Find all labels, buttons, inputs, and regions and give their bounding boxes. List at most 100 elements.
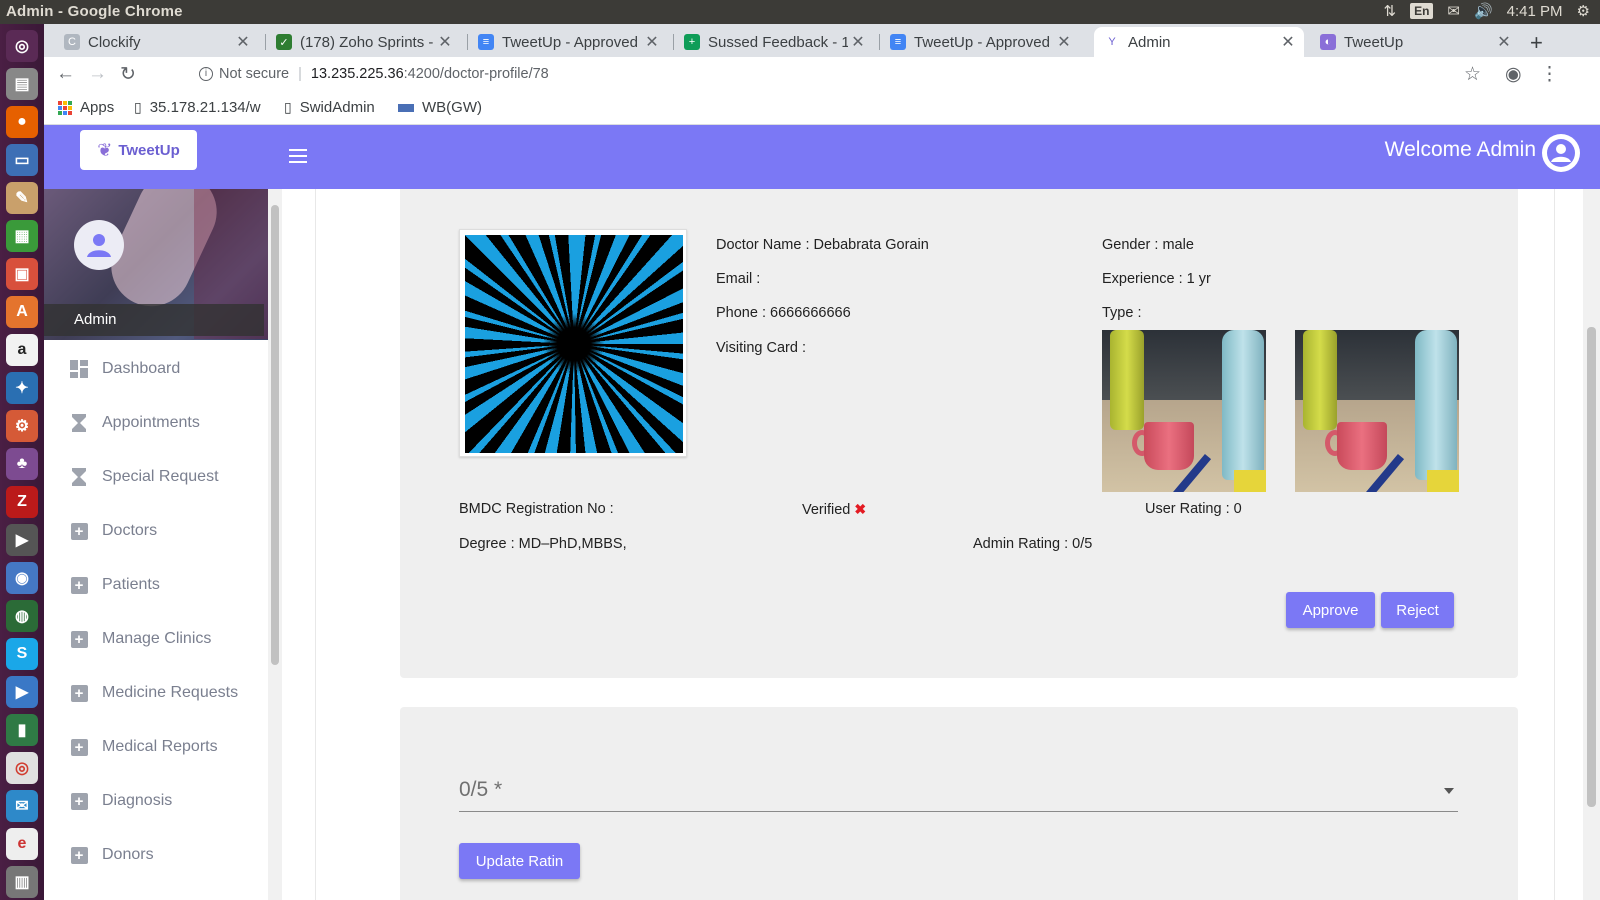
bookmark-label: 35.178.21.134/w [149,99,261,116]
scrollbar-thumb[interactable] [1587,327,1596,807]
update-rating-button[interactable]: Update Ratin [459,843,580,879]
close-icon[interactable]: ✕ [1494,32,1514,52]
terminal-icon[interactable]: ▮ [6,714,38,746]
thunderbird-icon[interactable]: ✉ [6,790,38,822]
close-icon[interactable]: ✕ [435,32,455,52]
sidebar-item-doctors[interactable]: + Doctors [70,511,157,551]
os-top-bar: Admin - Google Chrome ⇅ En ✉ 🔊 4:41 PM ⚙ [0,0,1600,24]
spreadsheet-icon[interactable]: ▦ [6,220,38,252]
rating-form-card: 0/5 * Update Ratin [400,707,1518,900]
close-icon[interactable]: ✕ [1278,32,1298,52]
image-yellow-bottle [1110,330,1144,430]
sidebar-item-special-request[interactable]: Special Request [70,457,219,497]
sidebar-item-manage-clinics[interactable]: + Manage Clinics [70,619,211,659]
bookmark-swidadmin[interactable]: ▯ SwidAdmin [284,99,375,116]
filezilla-icon[interactable]: Z [6,486,38,518]
sidebar-item-label: Medical Reports [102,738,218,755]
video-editor-icon[interactable]: ▶ [6,524,38,556]
mail-icon[interactable]: ✉ [1447,2,1460,20]
presentation-icon[interactable]: ▣ [6,258,38,290]
doctor-photo[interactable] [459,229,687,457]
tab-label: TweetUp [1344,33,1404,51]
security-indicator[interactable]: Not secure [219,66,289,82]
reject-button[interactable]: Reject [1381,592,1454,628]
sheets-icon: + [684,34,700,50]
sidebar-item-label: Appointments [102,414,200,431]
software-center-icon[interactable]: A [6,296,38,328]
info-icon[interactable]: i [199,67,213,81]
close-icon[interactable]: ✕ [1054,32,1074,52]
keyboard-language-indicator[interactable]: En [1410,3,1434,19]
system-tools-icon[interactable]: ✦ [6,372,38,404]
user-avatar[interactable] [1542,134,1580,172]
doctor-experience: Experience : 1 yr [1102,271,1211,287]
menu-dots-icon[interactable]: ⋮ [1540,63,1559,86]
game-icon[interactable]: ♣ [6,448,38,480]
sidebar-scrollbar[interactable] [268,189,282,900]
new-tab-icon[interactable]: + [1530,30,1543,56]
profile-avatar[interactable] [74,220,124,270]
media-player-icon[interactable]: ▶ [6,676,38,708]
bookmark-apps[interactable]: Apps [58,99,114,116]
reload-icon[interactable]: ↻ [120,63,136,86]
sidebar-item-appointments[interactable]: Appointments [70,403,200,443]
tab-sussed-feedback[interactable]: + Sussed Feedback - 11 ✕ [674,27,874,57]
visiting-card-image-front[interactable] [1102,330,1266,492]
tab-tweetup-approved-1[interactable]: ≡ TweetUp - Approved ✕ [468,27,668,57]
skype-icon[interactable]: S [6,638,38,670]
window-title: Admin - Google Chrome [6,3,183,20]
tweetup-logo[interactable]: ❦ TweetUp [80,130,197,170]
sidebar-item-medical-reports[interactable]: + Medical Reports [70,727,218,767]
screenshot-icon[interactable]: ◉ [6,562,38,594]
firefox-icon[interactable]: ● [6,106,38,138]
tab-zoho-sprints[interactable]: ✓ (178) Zoho Sprints - I ✕ [266,27,461,57]
amazon-icon[interactable]: a [6,334,38,366]
dropdown-arrow-icon[interactable] [1444,788,1454,794]
document-icon[interactable]: ▭ [6,144,38,176]
verified-label: Verified [802,502,851,518]
file-cabinet-icon[interactable]: ▤ [6,68,38,100]
tab-tweetup[interactable]: ◐ TweetUp ✕ [1310,27,1520,57]
admin-rating-select[interactable]: 0/5 * [459,772,1458,812]
bookmark-ip[interactable]: ▯ 35.178.21.134/w [134,99,261,116]
bookmark-wbgw[interactable]: WB(GW) [398,99,482,116]
sidebar-item-medicine-requests[interactable]: + Medicine Requests [70,673,238,713]
forward-arrow-icon[interactable]: → [88,63,107,85]
visiting-card-image-back[interactable] [1295,330,1459,492]
account-icon[interactable]: ◉ [1505,63,1522,86]
text-editor-icon[interactable]: ✎ [6,182,38,214]
scrollbar-thumb[interactable] [271,205,279,665]
close-icon[interactable]: ✕ [233,32,253,52]
app-icon[interactable]: e [6,828,38,860]
settings-icon[interactable]: ⚙ [6,410,38,442]
doctor-degree: Degree : MD–PhD,MBBS, [459,536,627,552]
welcome-text: Welcome Admin [1384,138,1536,161]
main-scrollbar[interactable] [1583,189,1600,900]
sidebar-item-patients[interactable]: + Patients [70,565,160,605]
sidebar-item-dashboard[interactable]: Dashboard [70,349,180,389]
tab-clockify[interactable]: C Clockify ✕ [54,27,259,57]
sidebar-item-diagnosis[interactable]: + Diagnosis [70,781,172,821]
address-bar[interactable]: i Not secure | 13.235.225.36:4200/doctor… [199,66,549,82]
tab-admin[interactable]: Y Admin ✕ [1094,27,1304,57]
approve-button[interactable]: Approve [1286,592,1375,628]
close-icon[interactable]: ✕ [642,32,662,52]
settings-gear-icon[interactable]: ⚙ [1577,2,1590,20]
plus-box-icon: + [70,576,88,594]
volume-icon[interactable]: 🔊 [1474,2,1493,20]
network-transfer-icon[interactable]: ⇅ [1383,2,1396,20]
tab-tweetup-approved-2[interactable]: ≡ TweetUp - Approved ✕ [880,27,1080,57]
close-icon[interactable]: ✕ [848,32,868,52]
ubuntu-dash-icon[interactable]: ◎ [6,30,38,62]
back-arrow-icon[interactable]: ← [56,63,75,85]
profile-name: Admin [44,304,264,336]
sidebar-item-donors[interactable]: + Donors [70,835,154,875]
globe-icon[interactable]: ◍ [6,600,38,632]
hamburger-menu-icon[interactable] [289,149,307,163]
trash-icon[interactable]: ▥ [6,866,38,898]
bookmark-star-icon[interactable]: ☆ [1464,63,1481,86]
clock[interactable]: 4:41 PM [1507,3,1563,20]
chrome-icon[interactable]: ◎ [6,752,38,784]
user-rating: User Rating : 0 [1145,501,1242,517]
tab-label: (178) Zoho Sprints - I [300,33,435,51]
